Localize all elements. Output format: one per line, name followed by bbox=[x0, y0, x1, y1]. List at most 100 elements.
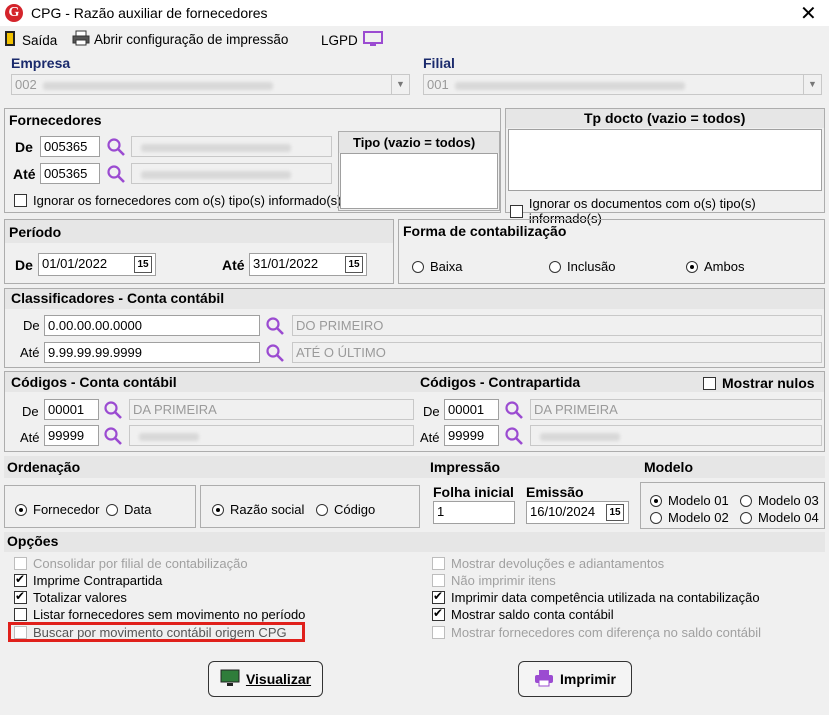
forma-ambos-radio[interactable]: Ambos bbox=[686, 259, 744, 274]
exit-button[interactable]: Saída bbox=[4, 30, 57, 50]
imprimir-button[interactable]: Imprimir bbox=[518, 661, 632, 697]
search-icon[interactable] bbox=[504, 400, 524, 420]
classificador-de-input[interactable]: 0.00.00.00.0000 bbox=[44, 315, 260, 336]
checkbox[interactable] bbox=[510, 204, 523, 218]
radio[interactable] bbox=[316, 503, 328, 516]
fornecedor-de-input[interactable]: 005365 bbox=[40, 136, 100, 157]
option-listar-sem-movimento[interactable]: Listar fornecedores sem movimento no per… bbox=[14, 607, 305, 622]
checkbox[interactable] bbox=[432, 626, 445, 639]
option-mostrar-saldo[interactable]: Mostrar saldo conta contábil bbox=[432, 606, 614, 622]
option-label: Mostrar fornecedores com diferença no sa… bbox=[451, 625, 761, 640]
modelo-01-radio[interactable]: Modelo 01 bbox=[650, 493, 729, 508]
ordenacao-razao-radio[interactable]: Razão social bbox=[212, 502, 304, 517]
classificador-de-label: De bbox=[23, 318, 40, 333]
app-logo-icon: G bbox=[5, 4, 23, 22]
option-mostrar-devolucoes[interactable]: Mostrar devoluções e adiantamentos bbox=[432, 556, 664, 571]
ordenacao-fornecedor-radio[interactable]: Fornecedor bbox=[15, 502, 99, 517]
search-icon[interactable] bbox=[103, 426, 123, 446]
exit-door-icon bbox=[4, 30, 18, 50]
chevron-down-icon: ▼ bbox=[803, 75, 821, 94]
empresa-label: Empresa bbox=[11, 55, 71, 71]
mostrar-nulos-checkbox[interactable]: Mostrar nulos bbox=[703, 375, 815, 391]
search-icon[interactable] bbox=[103, 400, 123, 420]
classificadores-title: Classificadores - Conta contábil bbox=[11, 290, 225, 306]
search-icon[interactable] bbox=[106, 164, 126, 184]
close-icon[interactable]: ✕ bbox=[800, 1, 817, 26]
tipo-title: Tipo (vazio = todos) bbox=[353, 135, 476, 150]
modelo-02-radio[interactable]: Modelo 02 bbox=[650, 510, 729, 525]
codigo-contra-ate-desc bbox=[530, 425, 822, 446]
checkbox[interactable] bbox=[703, 376, 716, 390]
search-icon[interactable] bbox=[265, 343, 285, 363]
checkbox[interactable] bbox=[14, 608, 27, 621]
radio[interactable] bbox=[412, 260, 424, 273]
codigo-conta-ate-desc bbox=[129, 425, 414, 446]
codigo-contra-de-input[interactable]: 00001 bbox=[444, 399, 499, 420]
radio[interactable] bbox=[650, 494, 662, 507]
ordenacao-header-bar bbox=[4, 456, 825, 478]
option-totalizar-valores[interactable]: Totalizar valores bbox=[14, 589, 127, 605]
ordenacao-data-radio[interactable]: Data bbox=[106, 502, 151, 517]
checkbox[interactable] bbox=[432, 589, 445, 604]
search-icon[interactable] bbox=[106, 137, 126, 157]
forma-inclusao-radio[interactable]: Inclusão bbox=[549, 259, 615, 274]
forma-title: Forma de contabilização bbox=[403, 223, 567, 239]
checkbox[interactable] bbox=[14, 557, 27, 570]
tpdocto-list[interactable] bbox=[508, 129, 822, 191]
empresa-select[interactable]: 002 ▼ bbox=[11, 74, 410, 95]
lgpd-button[interactable]: LGPD bbox=[321, 30, 384, 51]
radio[interactable] bbox=[549, 260, 561, 273]
codigos-conta-title: Códigos - Conta contábil bbox=[11, 374, 177, 390]
checkbox[interactable] bbox=[432, 606, 445, 621]
codigo-conta-ate-label: Até bbox=[20, 430, 40, 445]
tipo-list[interactable] bbox=[340, 153, 498, 209]
option-consolidar[interactable]: Consolidar por filial de contabilização bbox=[14, 556, 248, 571]
codigo-contra-ate-input[interactable]: 99999 bbox=[444, 425, 499, 446]
radio[interactable] bbox=[15, 503, 27, 516]
calendar-icon[interactable]: 15 bbox=[134, 256, 152, 273]
search-icon[interactable] bbox=[504, 426, 524, 446]
radio[interactable] bbox=[650, 511, 662, 524]
calendar-icon[interactable]: 15 bbox=[606, 504, 624, 521]
checkbox[interactable] bbox=[432, 574, 445, 587]
codigo-contra-ate-label: Até bbox=[420, 430, 440, 445]
print-config-button[interactable]: Abrir configuração de impressão bbox=[72, 30, 288, 49]
folha-inicial-input[interactable]: 1 bbox=[433, 501, 515, 524]
ordenacao-codigo-label: Código bbox=[334, 502, 376, 517]
modelo-03-radio[interactable]: Modelo 03 bbox=[740, 493, 819, 508]
codigo-conta-ate-input[interactable]: 99999 bbox=[44, 425, 99, 446]
checkbox[interactable] bbox=[14, 572, 27, 587]
forma-baixa-radio[interactable]: Baixa bbox=[412, 259, 463, 274]
search-icon[interactable] bbox=[265, 316, 285, 336]
calendar-icon[interactable]: 15 bbox=[345, 256, 363, 273]
fornecedor-ate-input[interactable]: 005365 bbox=[40, 163, 100, 184]
mostrar-nulos-label: Mostrar nulos bbox=[722, 375, 815, 391]
radio[interactable] bbox=[686, 260, 698, 273]
option-imprime-contrapartida[interactable]: Imprime Contrapartida bbox=[14, 572, 162, 588]
visualizar-label: Visualizar bbox=[245, 671, 312, 687]
radio[interactable] bbox=[106, 503, 118, 516]
checkbox[interactable] bbox=[14, 626, 27, 639]
option-nao-imprimir-itens[interactable]: Não imprimir itens bbox=[432, 573, 556, 588]
radio[interactable] bbox=[740, 511, 752, 524]
option-buscar-origem-cpg[interactable]: Buscar por movimento contábil origem CPG bbox=[14, 625, 287, 640]
checkbox[interactable] bbox=[14, 194, 27, 207]
option-imprimir-data-competencia[interactable]: Imprimir data competência utilizada na c… bbox=[432, 589, 760, 605]
classificador-ate-input[interactable]: 9.99.99.99.9999 bbox=[44, 342, 260, 363]
modelo-04-radio[interactable]: Modelo 04 bbox=[740, 510, 819, 525]
radio[interactable] bbox=[212, 503, 224, 516]
codigo-conta-de-input[interactable]: 00001 bbox=[44, 399, 99, 420]
printer-icon bbox=[72, 30, 90, 49]
opcoes-title: Opções bbox=[7, 533, 59, 549]
ordenacao-codigo-radio[interactable]: Código bbox=[316, 502, 375, 517]
checkbox[interactable] bbox=[14, 589, 27, 604]
visualizar-button[interactable]: Visualizar bbox=[208, 661, 323, 697]
radio[interactable] bbox=[740, 494, 752, 507]
ordenacao-fornecedor-label: Fornecedor bbox=[33, 502, 100, 517]
checkbox[interactable] bbox=[432, 557, 445, 570]
option-mostrar-diferenca[interactable]: Mostrar fornecedores com diferença no sa… bbox=[432, 625, 761, 640]
periodo-ate-label: Até bbox=[222, 257, 245, 273]
classificador-de-desc: DO PRIMEIRO bbox=[292, 315, 822, 336]
ignore-fornecedores-checkbox[interactable]: Ignorar os fornecedores com o(s) tipo(s)… bbox=[14, 193, 342, 208]
filial-select[interactable]: 001 ▼ bbox=[423, 74, 822, 95]
